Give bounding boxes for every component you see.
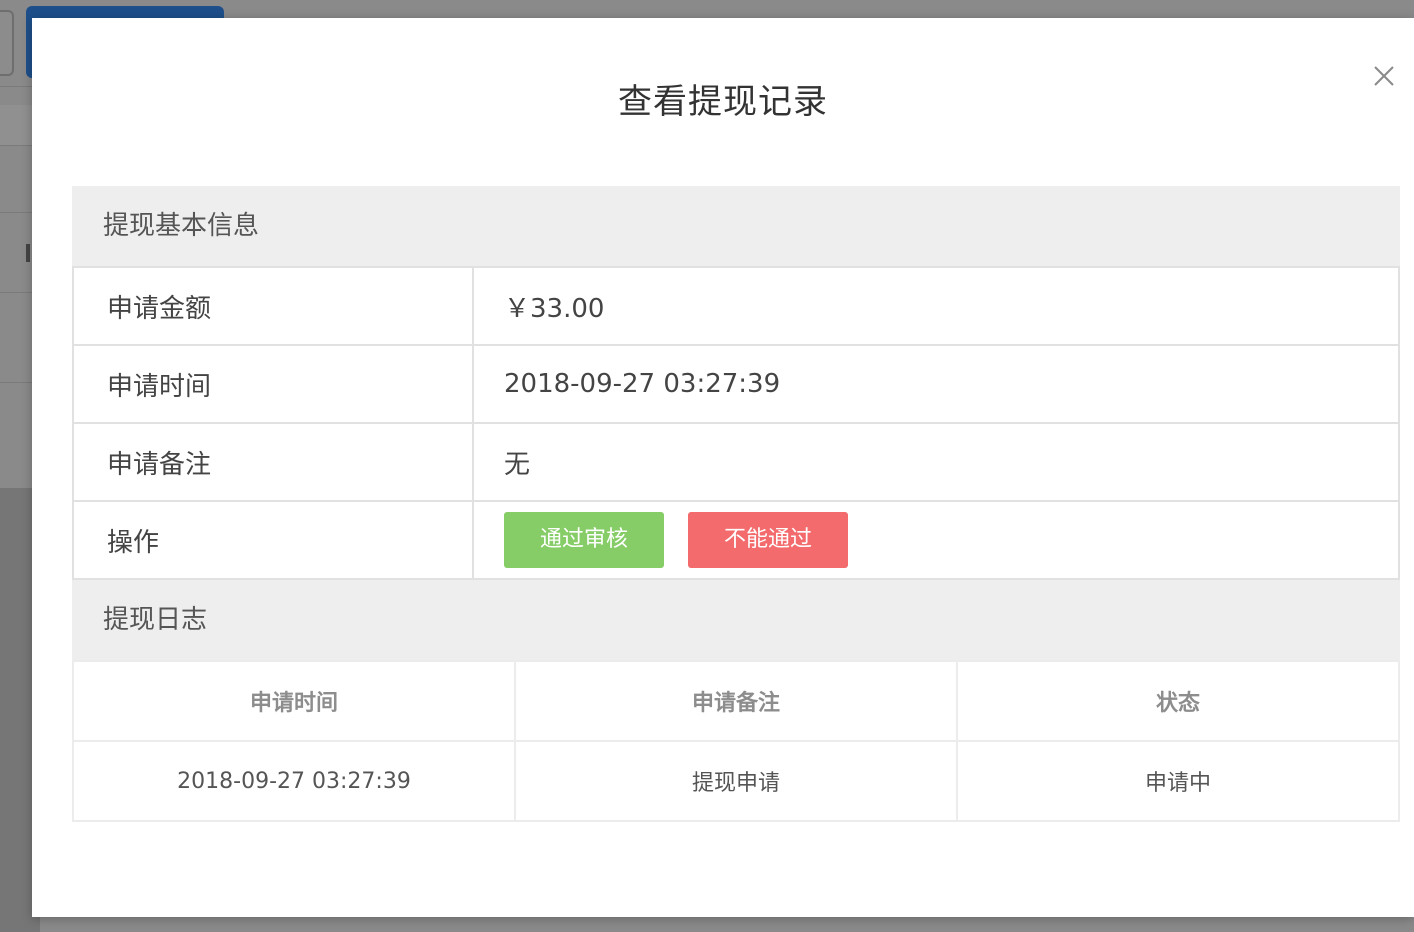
modal-title: 查看提现记录 <box>618 82 828 122</box>
remark-value: 无 <box>472 422 1400 502</box>
background-marker <box>26 244 30 262</box>
amount-value: ￥33.00 <box>472 266 1400 346</box>
log-header-status: 状态 <box>956 660 1400 742</box>
info-label: 申请金额 <box>72 266 474 346</box>
info-row-remark: 申请备注 无 <box>72 422 1400 502</box>
action-cell: 通过审核 不能通过 <box>472 500 1400 580</box>
info-label: 申请备注 <box>72 422 474 502</box>
log-header-time: 申请时间 <box>72 660 516 742</box>
withdrawal-record-modal: 查看提现记录 提现基本信息 申请金额 ￥33.00 申请时间 2018-09-2… <box>32 18 1414 917</box>
log-cell-remark: 提现申请 <box>514 740 958 822</box>
log-cell-status: 申请中 <box>956 740 1400 822</box>
info-row-amount: 申请金额 ￥33.00 <box>72 266 1400 346</box>
log-cell-time: 2018-09-27 03:27:39 <box>72 740 516 822</box>
close-icon <box>1374 66 1394 86</box>
log-header-row: 申请时间 申请备注 状态 <box>72 660 1400 742</box>
action-label: 操作 <box>72 500 474 580</box>
table-row: 2018-09-27 03:27:39 提现申请 申请中 <box>72 740 1400 822</box>
background-button <box>0 10 14 76</box>
log-header-remark: 申请备注 <box>514 660 958 742</box>
info-label: 申请时间 <box>72 344 474 424</box>
withdrawal-panel: 提现基本信息 申请金额 ￥33.00 申请时间 2018-09-27 03:27… <box>72 186 1400 822</box>
approve-button[interactable]: 通过审核 <box>504 512 664 568</box>
apply-time-value: 2018-09-27 03:27:39 <box>472 344 1400 424</box>
basic-info-table: 申请金额 ￥33.00 申请时间 2018-09-27 03:27:39 申请备… <box>72 266 1400 580</box>
log-section-title: 提现日志 <box>72 580 1400 660</box>
close-button[interactable] <box>1370 62 1398 90</box>
reject-button[interactable]: 不能通过 <box>688 512 848 568</box>
withdrawal-log-table: 申请时间 申请备注 状态 2018-09-27 03:27:39 提现申请 申请… <box>72 660 1400 822</box>
info-row-time: 申请时间 2018-09-27 03:27:39 <box>72 344 1400 424</box>
basic-info-section-title: 提现基本信息 <box>72 186 1400 266</box>
info-row-actions: 操作 通过审核 不能通过 <box>72 500 1400 580</box>
